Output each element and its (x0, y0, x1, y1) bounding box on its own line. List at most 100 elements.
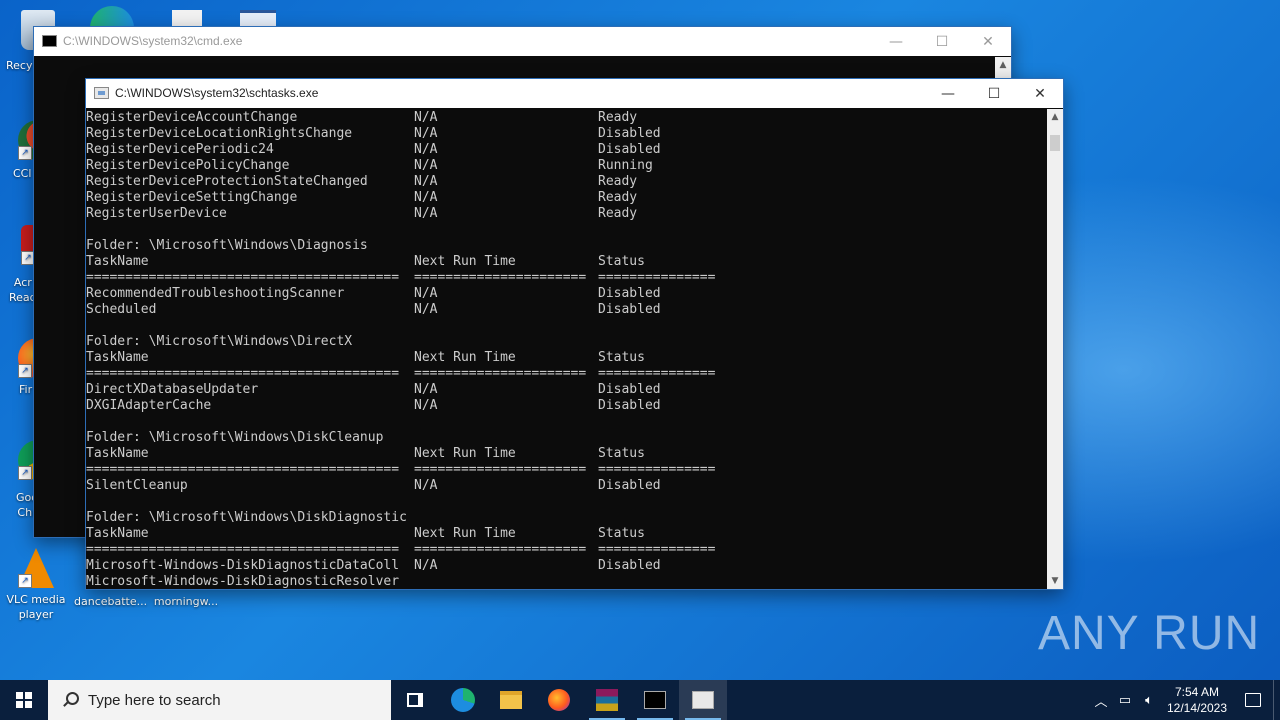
console-status: Disabled (598, 126, 661, 141)
search-icon (62, 692, 79, 708)
shortcut-arrow-icon: ↗ (21, 251, 35, 265)
console-status: =============== (598, 270, 716, 285)
console-next-run-time: N/A (414, 142, 438, 157)
console-next-run-time: N/A (414, 110, 438, 125)
file-explorer-icon (500, 691, 522, 709)
schtasks-console[interactable]: RegisterDeviceAccountChange N/A Ready Regis… (86, 109, 1047, 589)
cmd-titlebar[interactable]: C:\WINDOWS\system32\cmd.exe — ☐ ✕ (34, 27, 1011, 56)
console-status: Disabled (598, 142, 661, 157)
console-status: Disabled (598, 382, 661, 397)
console-next-run-time: Next Run Time (414, 350, 516, 365)
maximize-button[interactable]: ☐ (971, 79, 1017, 108)
console-taskname: ======================================== (86, 270, 400, 285)
scroll-down-icon[interactable]: ▼ (1047, 573, 1063, 589)
console-app-icon (94, 87, 109, 99)
console-status: Disabled (598, 478, 661, 493)
console-taskname: ======================================== (86, 462, 400, 477)
taskbar-schtasks[interactable] (679, 680, 727, 720)
watermark-text: ANY RUN (1038, 607, 1261, 660)
window-title: C:\WINDOWS\system32\schtasks.exe (115, 86, 319, 100)
console-next-run-time: N/A (414, 558, 438, 573)
desktop-icon-label: Recy (6, 59, 33, 72)
console-status: =============== (598, 542, 716, 557)
chevron-up-icon[interactable]: ︿ (1089, 691, 1113, 710)
windows-logo-icon (16, 692, 32, 708)
console-taskname: RegisterDeviceAccountChange (86, 110, 298, 125)
notification-icon (1245, 693, 1261, 707)
clock-time: 7:54 AM (1174, 685, 1220, 699)
taskbar-edge[interactable] (439, 680, 487, 720)
console-next-run-time: N/A (414, 190, 438, 205)
console-next-run-time: N/A (414, 398, 438, 413)
schtasks-titlebar[interactable]: C:\WINDOWS\system32\schtasks.exe — ☐ ✕ (86, 79, 1063, 108)
clock-date: 12/14/2023 (1166, 701, 1228, 715)
task-view-button[interactable] (391, 680, 439, 720)
console-taskname: RegisterUserDevice (86, 206, 227, 221)
minimize-button[interactable]: — (873, 27, 919, 56)
desktop: Recy ↗ CCl ↗ Acr Read ↗ Fir ↗ Goo Chr ↗ … (0, 0, 1280, 680)
show-desktop-button[interactable] (1273, 680, 1280, 720)
console-taskname: Scheduled (86, 302, 157, 317)
anyrun-watermark: ANY RUN (1038, 606, 1260, 661)
console-status: =============== (598, 462, 716, 477)
search-box[interactable]: Type here to search (48, 680, 391, 720)
console-status: =============== (598, 366, 716, 381)
schtasks-icon (692, 691, 714, 709)
console-taskname: RegisterDeviceSettingChange (86, 190, 298, 205)
cmd-icon (644, 691, 666, 709)
start-button[interactable] (0, 680, 48, 720)
shortcut-arrow-icon: ↗ (18, 466, 32, 480)
console-next-run-time: Next Run Time (414, 254, 516, 269)
console-next-run-time: ====================== (414, 462, 587, 477)
taskbar-firefox[interactable] (535, 680, 583, 720)
console-status: Status (598, 446, 645, 461)
task-view-icon (407, 693, 423, 707)
taskbar-file-explorer[interactable] (487, 680, 535, 720)
console-next-run-time: N/A (414, 206, 438, 221)
schtasks-scrollbar[interactable]: ▲ ▼ (1047, 109, 1063, 589)
console-next-run-time: ====================== (414, 270, 587, 285)
minimize-button[interactable]: — (925, 79, 971, 108)
desktop-icon-label: Acr Read (9, 276, 37, 304)
edge-icon (451, 688, 475, 712)
console-status: Ready (598, 174, 638, 189)
console-taskname: Folder: \Microsoft\Windows\DiskDiagnosti… (86, 510, 407, 525)
console-next-run-time: ====================== (414, 542, 587, 557)
console-taskname: Folder: \Microsoft\Windows\DiskCleanup (86, 430, 384, 445)
close-button[interactable]: ✕ (1017, 79, 1063, 108)
schtasks-window[interactable]: C:\WINDOWS\system32\schtasks.exe — ☐ ✕ R… (86, 79, 1063, 589)
console-taskname: Folder: \Microsoft\Windows\DirectX (86, 334, 353, 349)
system-tray: ︿ ▭ 🔈︎ 7:54 AM 12/14/2023 (1089, 680, 1280, 720)
console-taskname: Microsoft-Windows-DiskDiagnosticDataColl (86, 558, 400, 573)
close-button[interactable]: ✕ (965, 27, 1011, 56)
console-taskname: RegisterDeviceLocationRightsChange (86, 126, 353, 141)
console-taskname: SilentCleanup (86, 478, 188, 493)
console-taskname: RegisterDevicePolicyChange (86, 158, 290, 173)
console-status: Running (598, 158, 653, 173)
scroll-up-icon[interactable]: ▲ (1047, 109, 1063, 125)
vlc-icon: ↗ (18, 548, 54, 588)
console-next-run-time: N/A (414, 158, 438, 173)
console-status: Disabled (598, 286, 661, 301)
desktop-icon-vlc[interactable]: ↗ VLC media player (0, 548, 72, 622)
scroll-up-icon[interactable]: ▲ (995, 57, 1011, 73)
clock[interactable]: 7:54 AM 12/14/2023 (1161, 684, 1233, 716)
taskbar-winrar[interactable] (583, 680, 631, 720)
console-status: Disabled (598, 302, 661, 317)
shortcut-arrow-icon: ↗ (18, 574, 32, 588)
network-icon[interactable]: ▭ (1113, 692, 1137, 708)
notification-button[interactable] (1233, 680, 1273, 720)
shortcut-arrow-icon: ↗ (18, 364, 32, 378)
console-taskname: TaskName (86, 526, 149, 541)
console-next-run-time: Next Run Time (414, 526, 516, 541)
desktop-icon-label: dancebatte... (74, 595, 148, 608)
console-taskname: TaskName (86, 254, 149, 269)
volume-icon[interactable]: 🔈︎ (1137, 692, 1161, 708)
taskbar-cmd[interactable] (631, 680, 679, 720)
scroll-thumb[interactable] (1050, 135, 1060, 151)
taskbar: Type here to search ︿ ▭ 🔈︎ 7:54 AM 12/14… (0, 680, 1280, 720)
console-taskname: DXGIAdapterCache (86, 398, 212, 413)
console-status: Ready (598, 110, 638, 125)
maximize-button[interactable]: ☐ (919, 27, 965, 56)
console-taskname: ======================================== (86, 366, 400, 381)
